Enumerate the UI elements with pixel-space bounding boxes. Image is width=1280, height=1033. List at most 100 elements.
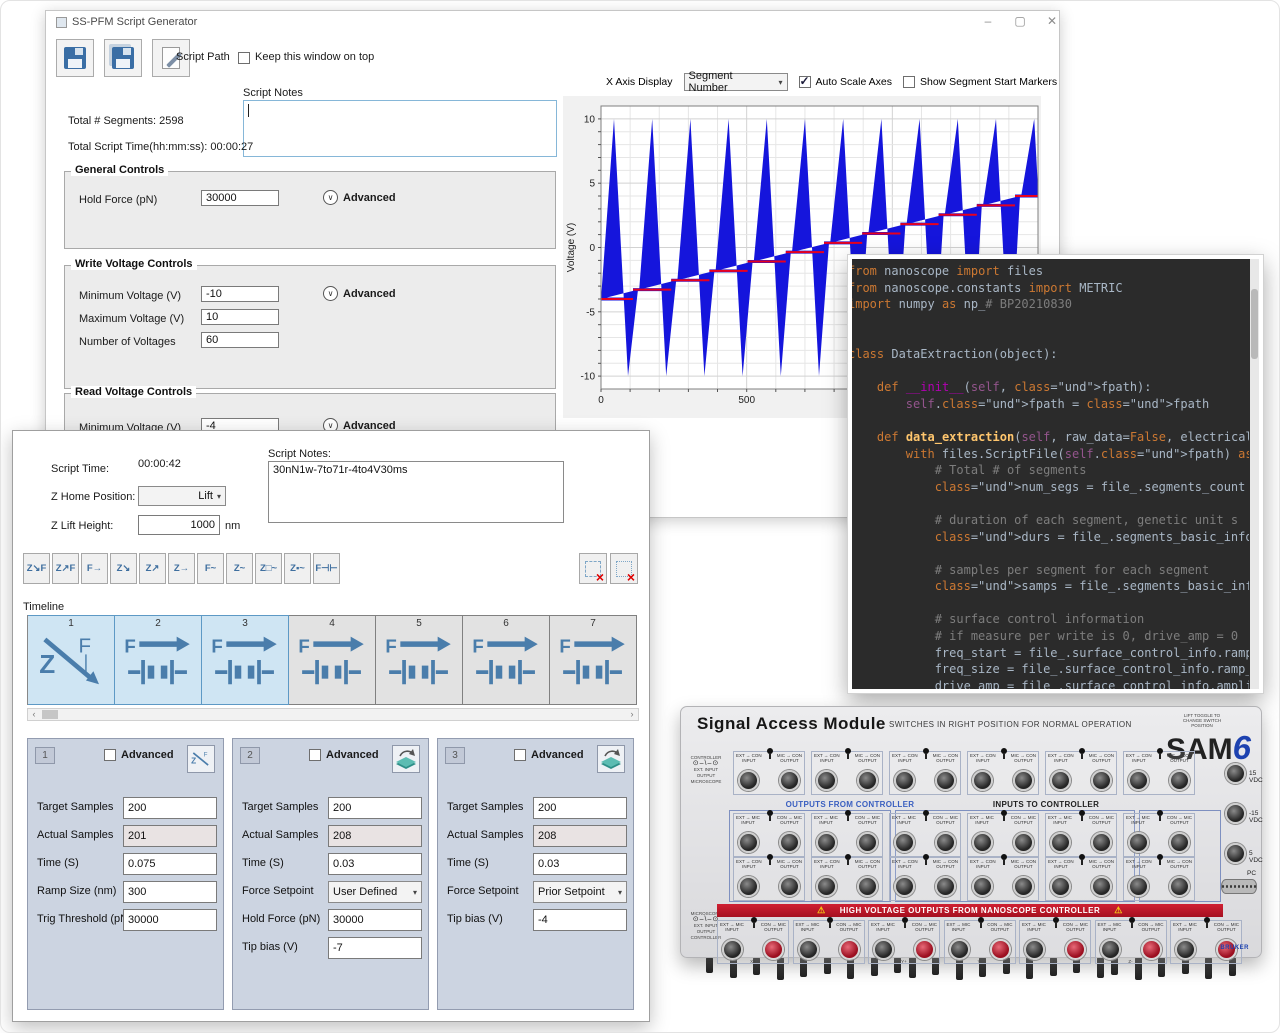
toggle-switch[interactable]: [845, 810, 851, 816]
panel-1-advanced-checkbox[interactable]: [104, 749, 116, 761]
delete-segment-button[interactable]: ×: [579, 553, 607, 584]
toggle-switch[interactable]: [1001, 854, 1007, 860]
chevron-down-icon: ∨: [323, 286, 338, 301]
seg-force-hold-button[interactable]: F→: [81, 553, 108, 584]
toggle-switch[interactable]: [767, 810, 773, 816]
time-s-input[interactable]: [123, 853, 217, 875]
seg-z-step-sine-filled-button[interactable]: Z▪~: [284, 553, 311, 584]
write-advanced-expander[interactable]: ∨ Advanced: [323, 286, 396, 301]
hold-force-pn-input[interactable]: [328, 909, 422, 931]
script-notes-textarea[interactable]: [243, 100, 557, 157]
panel-3-advanced-checkbox[interactable]: [514, 749, 526, 761]
toggle-switch[interactable]: [827, 917, 833, 923]
timeline-segment-6[interactable]: 6 F: [463, 615, 550, 705]
toggle-switch[interactable]: [923, 854, 929, 860]
timeline-segment-1[interactable]: 1 Z F: [28, 615, 115, 705]
toggle-switch[interactable]: [1157, 810, 1163, 816]
svg-text:F: F: [472, 636, 483, 657]
tip-bias-v-input[interactable]: [533, 909, 627, 931]
save-button[interactable]: [56, 39, 94, 77]
toggle-switch[interactable]: [1079, 748, 1085, 754]
timeline-segment-4[interactable]: 4 F: [289, 615, 376, 705]
timeline-segment-7[interactable]: 7 F: [550, 615, 637, 705]
trig-threshold-pn-input[interactable]: [123, 909, 217, 931]
time-s-input[interactable]: [328, 853, 422, 875]
seg-z-ramp-down-force-button[interactable]: Z↘F: [23, 553, 50, 584]
target-samples-input[interactable]: [328, 797, 422, 819]
timeline: 1 Z F 2 F 3 F 4 F: [27, 615, 639, 705]
z-home-dropdown[interactable]: Lift ▾: [138, 486, 226, 506]
close-button[interactable]: ✕: [1040, 14, 1064, 28]
toggle-switch[interactable]: [845, 854, 851, 860]
dialog-notes-textarea[interactable]: 30nN1w-7to71r-4to4V30ms: [268, 461, 564, 523]
num-voltages-input[interactable]: [201, 332, 279, 348]
save-as-button[interactable]: [104, 39, 142, 77]
tip-bias-v-input[interactable]: [328, 937, 422, 959]
svg-text:Z: Z: [39, 649, 55, 679]
seg-z-ramp-up-button[interactable]: Z↗: [139, 553, 166, 584]
seg-z-step-sine-button[interactable]: Z□~: [255, 553, 282, 584]
toggle-switch[interactable]: [1157, 748, 1163, 754]
minimize-button[interactable]: –: [976, 14, 1000, 28]
panel-1-zramp-icon[interactable]: ZF: [187, 745, 215, 773]
panel-3-stage-icon[interactable]: [597, 745, 625, 773]
min-write-voltage-input[interactable]: [201, 286, 279, 302]
segment-markers-label: Show Segment Start Markers: [920, 76, 1057, 88]
hold-force-input[interactable]: [201, 190, 279, 206]
scroll-right-arrow[interactable]: ›: [626, 709, 638, 719]
ramp-size-nm-input[interactable]: [123, 881, 217, 903]
max-write-voltage-input[interactable]: [201, 309, 279, 325]
timeline-segment-5[interactable]: 5 F: [376, 615, 463, 705]
toggle-switch[interactable]: [1204, 917, 1210, 923]
toggle-switch[interactable]: [1001, 748, 1007, 754]
toggle-switch[interactable]: [1079, 854, 1085, 860]
bnc-input-jack: [1024, 939, 1045, 960]
toggle-switch[interactable]: [1053, 917, 1059, 923]
seg-z-ramp-down-button[interactable]: Z↘: [110, 553, 137, 584]
maximize-button[interactable]: ▢: [1008, 14, 1032, 28]
timeline-segment-3[interactable]: 3 F: [202, 615, 289, 705]
timeline-scrollbar[interactable]: ‹ ›: [27, 708, 639, 721]
seg-z-sine-button[interactable]: Z~: [226, 553, 253, 584]
toggle-switch[interactable]: [751, 917, 757, 923]
bnc-input-jack: [972, 832, 993, 853]
x-axis-display-dropdown[interactable]: Segment Number ▾: [684, 73, 788, 91]
z-lift-input[interactable]: [138, 515, 220, 535]
scroll-left-arrow[interactable]: ‹: [28, 709, 40, 719]
force-setpoint-dropdown[interactable]: User Defined▾: [328, 881, 422, 903]
scrollbar-thumb[interactable]: [42, 710, 58, 719]
general-advanced-expander[interactable]: ∨ Advanced: [323, 190, 396, 205]
keep-on-top-checkbox[interactable]: [238, 52, 250, 64]
auto-scale-checkbox[interactable]: [799, 76, 811, 88]
svg-text:F: F: [298, 636, 309, 657]
toggle-switch[interactable]: [767, 854, 773, 860]
seg-force-bias-button[interactable]: F⊣⊢: [313, 553, 340, 584]
panel-2-stage-icon[interactable]: [392, 745, 420, 773]
delete-all-segments-button[interactable]: ×: [610, 553, 638, 584]
toggle-switch[interactable]: [845, 748, 851, 754]
time-s-input[interactable]: [533, 853, 627, 875]
seg-force-sine-button[interactable]: F~: [197, 553, 224, 584]
warning-icon: ⚠: [1114, 905, 1123, 916]
toggle-switch[interactable]: [923, 748, 929, 754]
toggle-switch[interactable]: [1129, 917, 1135, 923]
toggle-switch[interactable]: [923, 810, 929, 816]
segment-markers-checkbox[interactable]: [903, 76, 915, 88]
toggle-switch[interactable]: [978, 917, 984, 923]
timeline-segment-2[interactable]: 2 F: [115, 615, 202, 705]
toggle-switch[interactable]: [1001, 810, 1007, 816]
seg-z-ramp-up-force-button[interactable]: Z↗F: [52, 553, 79, 584]
target-samples-input[interactable]: [533, 797, 627, 819]
force-setpoint-dropdown[interactable]: Prior Setpoint▾: [533, 881, 627, 903]
toggle-switch[interactable]: [902, 917, 908, 923]
toggle-switch[interactable]: [767, 748, 773, 754]
toggle-switch[interactable]: [1157, 854, 1163, 860]
bnc-output-jack: [1065, 939, 1086, 960]
toggle-switch[interactable]: [1079, 810, 1085, 816]
panel-2-advanced-checkbox[interactable]: [309, 749, 321, 761]
code-scrollbar[interactable]: [1250, 259, 1259, 689]
target-samples-input[interactable]: [123, 797, 217, 819]
seg-z-hold-button[interactable]: Z→: [168, 553, 195, 584]
scrollbar-thumb[interactable]: [1251, 289, 1258, 359]
python-code[interactable]: from nanoscope import filesfrom nanoscop…: [848, 263, 1249, 689]
